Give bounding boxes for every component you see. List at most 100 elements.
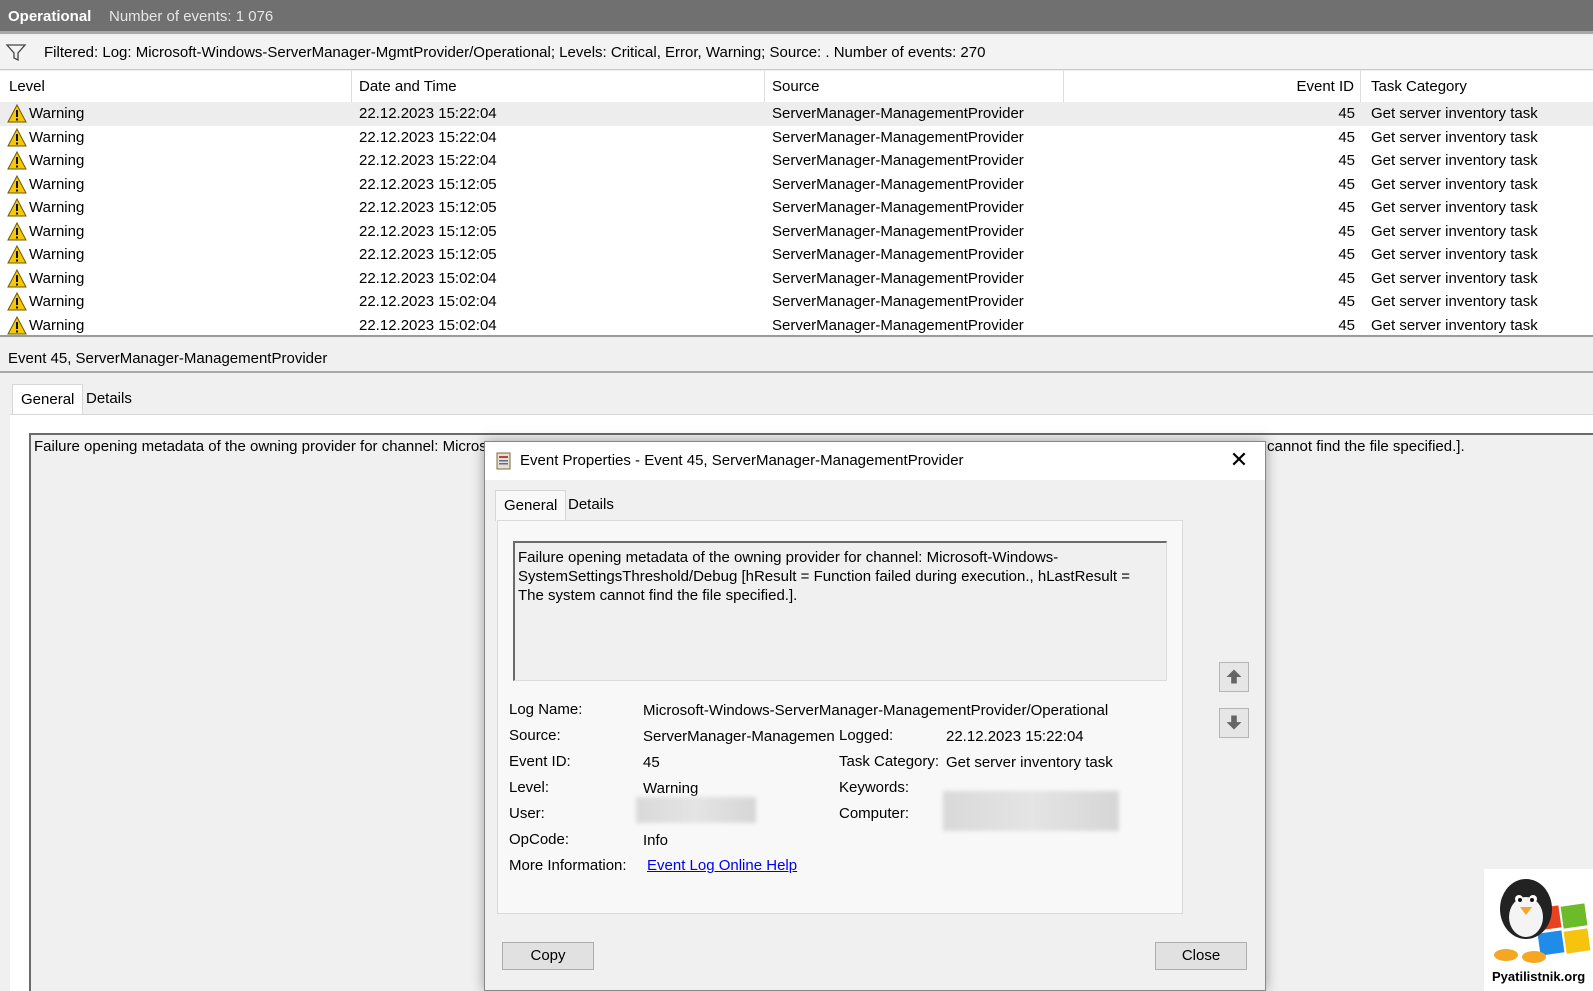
warning-icon: [7, 104, 27, 123]
site-logo: Pyatilistnik.org: [1484, 869, 1593, 991]
close-button[interactable]: Close: [1155, 942, 1247, 970]
next-event-button[interactable]: [1219, 708, 1249, 738]
user-value-redacted: [636, 797, 756, 823]
warning-icon: [7, 292, 27, 311]
arrow-down-icon: [1226, 715, 1242, 730]
table-row[interactable]: Warning 22.12.2023 15:22:04 ServerManager-…: [0, 102, 1593, 126]
warning-icon: [7, 315, 27, 334]
event-message-box[interactable]: Failure opening metadata of the owning p…: [513, 541, 1167, 681]
cell-source: ServerManager-ManagementProvider: [772, 246, 1024, 263]
event-message-text: Failure opening metadata of the owning p…: [518, 549, 1131, 604]
close-icon[interactable]: ✕: [1229, 449, 1249, 471]
computer-label: Computer:: [839, 805, 910, 822]
computer-value-redacted: [943, 791, 1119, 831]
cell-level: Warning: [29, 175, 85, 193]
preview-tab-details[interactable]: Details: [78, 384, 140, 414]
filter-bar: Filtered: Log: Microsoft-Windows-ServerM…: [0, 36, 1593, 70]
cell-datetime: 22.12.2023 15:12:05: [359, 199, 497, 216]
dialog-title-bar: Event Properties - Event 45, ServerManag…: [485, 442, 1265, 480]
table-row[interactable]: Warning 22.12.2023 15:02:04 ServerManager-…: [0, 267, 1593, 291]
cell-event-id: 45: [1338, 269, 1355, 287]
cell-level: Warning: [29, 152, 85, 169]
log-name-label: Log Name:: [509, 701, 583, 718]
cell-event-id: 45: [1338, 293, 1355, 310]
cell-source: ServerManager-ManagementProvider: [772, 105, 1024, 122]
level-value: Warning: [643, 780, 699, 797]
preview-header: Event 45, ServerManager-ManagementProvid…: [0, 345, 1593, 373]
cell-level: Warning: [29, 222, 85, 240]
table-row[interactable]: Warning 22.12.2023 15:12:05 ServerManager-…: [0, 196, 1593, 220]
cell-source: ServerManager-ManagementProvider: [772, 269, 1024, 287]
column-header-source[interactable]: Source: [765, 71, 1064, 102]
opcode-label: OpCode:: [509, 831, 570, 848]
task-category-value: Get server inventory task: [946, 754, 1113, 771]
event-properties-dialog: Event Properties - Event 45, ServerManag…: [484, 441, 1266, 991]
cell-event-id: 45: [1338, 152, 1355, 169]
cell-task-category: Get server inventory task: [1371, 269, 1538, 287]
table-row[interactable]: Warning 22.12.2023 15:02:04 ServerManager-…: [0, 314, 1593, 336]
log-title: Operational: [8, 8, 92, 25]
preview-message-left: Failure opening metadata of the owning p…: [34, 438, 487, 455]
keywords-label: Keywords:: [839, 779, 910, 796]
cell-source: ServerManager-ManagementProvider: [772, 316, 1024, 334]
preview-tab-general[interactable]: General: [12, 384, 84, 415]
table-row[interactable]: Warning 22.12.2023 15:02:04 ServerManager-…: [0, 290, 1593, 314]
dialog-title: Event Properties - Event 45, ServerManag…: [520, 452, 964, 469]
cell-level: Warning: [29, 246, 85, 263]
log-header-bar: Operational Number of events: 1 076: [0, 0, 1593, 34]
cell-source: ServerManager-ManagementProvider: [772, 293, 1024, 310]
table-row[interactable]: Warning 22.12.2023 15:22:04 ServerManager-…: [0, 149, 1593, 173]
filter-description: Filtered: Log: Microsoft-Windows-ServerM…: [44, 44, 986, 61]
penguin-logo-icon: [1494, 879, 1591, 963]
cell-source: ServerManager-ManagementProvider: [772, 128, 1024, 146]
table-row[interactable]: Warning 22.12.2023 15:12:05 ServerManager-…: [0, 173, 1593, 197]
cell-event-id: 45: [1338, 105, 1355, 122]
warning-icon: [7, 268, 27, 287]
dialog-tab-details[interactable]: Details: [560, 490, 622, 520]
table-row[interactable]: Warning 22.12.2023 15:12:05 ServerManager-…: [0, 220, 1593, 244]
cell-datetime: 22.12.2023 15:02:04: [359, 269, 497, 287]
cell-task-category: Get server inventory task: [1371, 222, 1538, 240]
dialog-general-panel: Failure opening metadata of the owning p…: [497, 520, 1183, 914]
cell-level: Warning: [29, 316, 85, 334]
column-header-datetime[interactable]: Date and Time: [352, 71, 765, 102]
cell-task-category: Get server inventory task: [1371, 152, 1538, 169]
column-header-level[interactable]: Level: [0, 71, 352, 102]
cell-event-id: 45: [1338, 222, 1355, 240]
cell-datetime: 22.12.2023 15:22:04: [359, 152, 497, 169]
level-label: Level:: [509, 779, 550, 796]
arrow-up-icon: [1226, 669, 1242, 684]
cell-task-category: Get server inventory task: [1371, 105, 1538, 122]
warning-icon: [7, 245, 27, 264]
logo-text: Pyatilistnik.org: [1492, 969, 1586, 984]
cell-datetime: 22.12.2023 15:12:05: [359, 175, 497, 193]
table-row[interactable]: Warning 22.12.2023 15:12:05 ServerManager-…: [0, 243, 1593, 267]
event-log-help-link[interactable]: Event Log Online Help: [647, 857, 797, 874]
column-header-event-id[interactable]: Event ID: [1064, 71, 1361, 102]
cell-level: Warning: [29, 199, 85, 216]
table-header: Level Date and Time Source Event ID Task…: [0, 71, 1593, 102]
cell-source: ServerManager-ManagementProvider: [772, 152, 1024, 169]
cell-task-category: Get server inventory task: [1371, 199, 1538, 216]
cell-datetime: 22.12.2023 15:12:05: [359, 246, 497, 263]
filter-icon: [5, 44, 27, 62]
more-info-label: More Information:: [509, 857, 627, 874]
cell-task-category: Get server inventory task: [1371, 316, 1538, 334]
column-header-task-category[interactable]: Task Category: [1361, 71, 1593, 102]
cell-event-id: 45: [1338, 316, 1355, 334]
warning-icon: [7, 198, 27, 217]
copy-button[interactable]: Copy: [502, 942, 594, 970]
warning-icon: [7, 174, 27, 193]
previous-event-button[interactable]: [1219, 662, 1249, 692]
cell-event-id: 45: [1338, 128, 1355, 146]
cell-level: Warning: [29, 128, 85, 146]
cell-event-id: 45: [1338, 246, 1355, 263]
dialog-tab-general[interactable]: General: [495, 490, 567, 521]
event-id-value: 45: [643, 754, 660, 771]
table-row[interactable]: Warning 22.12.2023 15:22:04 ServerManager-…: [0, 126, 1593, 150]
logged-label: Logged:: [839, 727, 894, 744]
cell-task-category: Get server inventory task: [1371, 128, 1538, 146]
opcode-value: Info: [643, 832, 669, 849]
cell-datetime: 22.12.2023 15:22:04: [359, 105, 497, 122]
cell-level: Warning: [29, 105, 85, 122]
